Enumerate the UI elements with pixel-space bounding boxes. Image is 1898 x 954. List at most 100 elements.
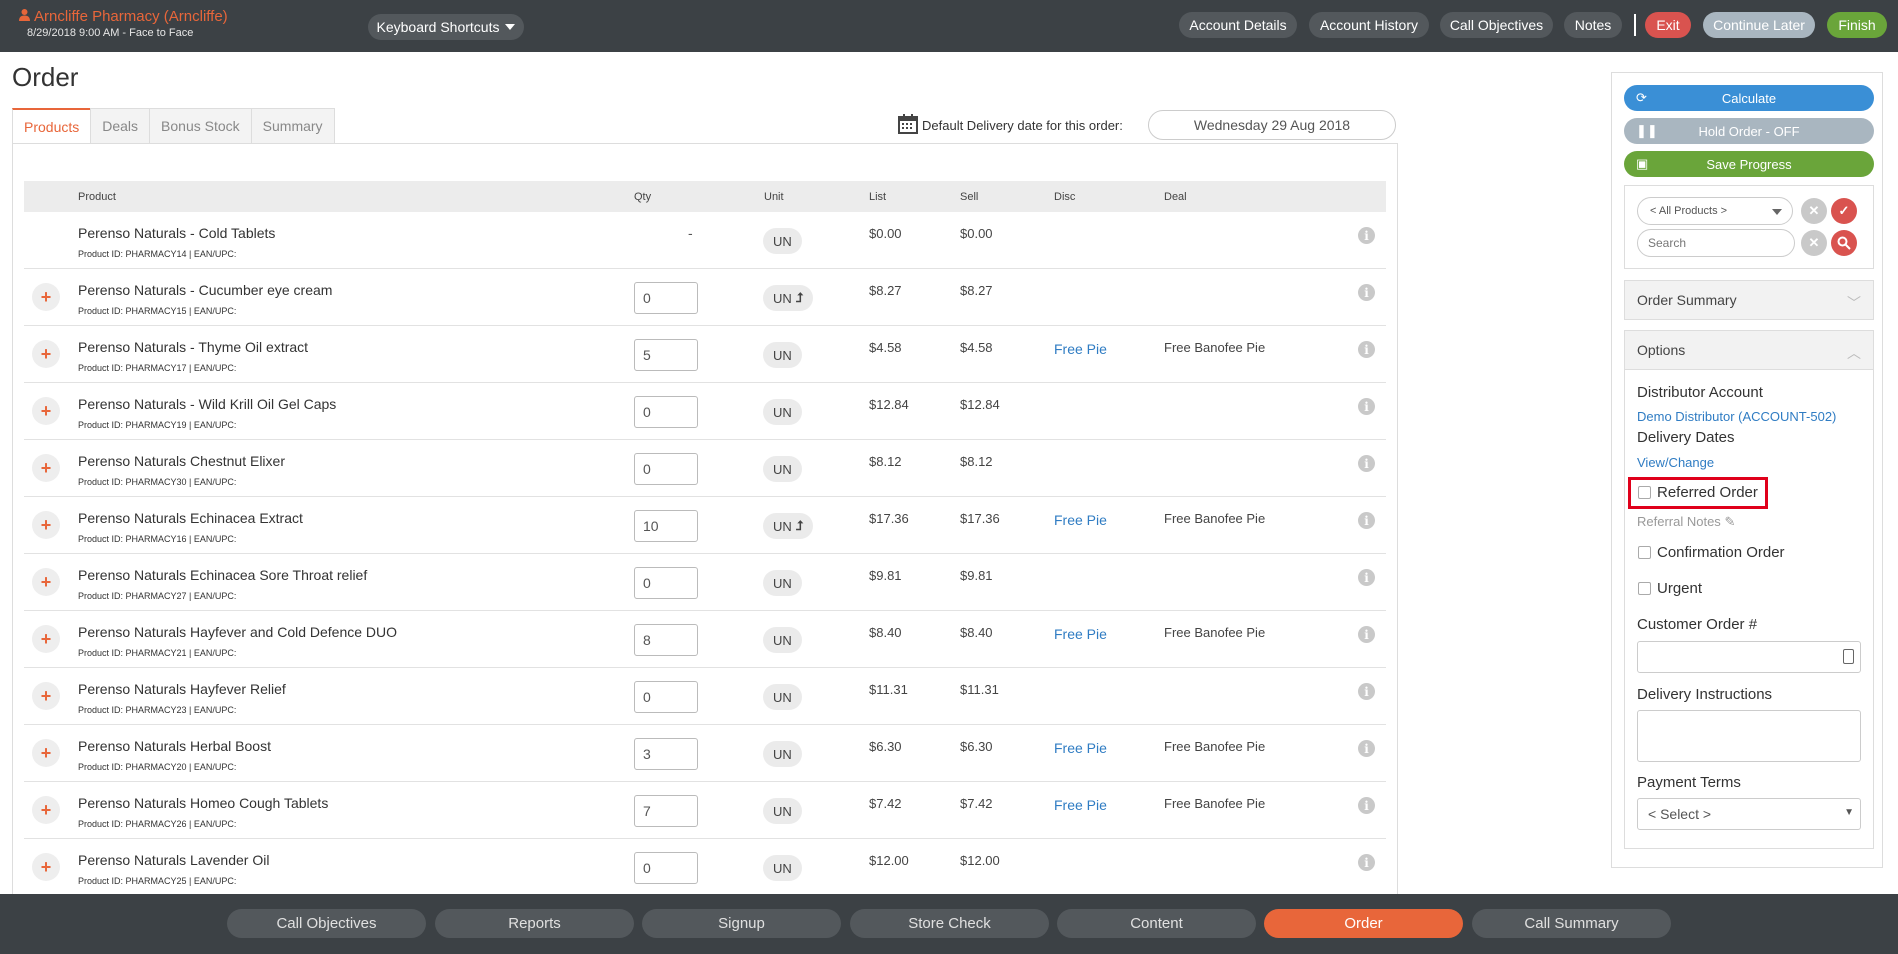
unit-badge[interactable]: UN — [763, 399, 802, 425]
expand-plus-icon[interactable]: + — [32, 340, 60, 368]
col-list[interactable]: List — [869, 191, 886, 203]
unit-badge[interactable]: UN ⮥ — [763, 285, 814, 311]
referred-order-checkbox[interactable] — [1638, 486, 1651, 499]
options-header[interactable]: Options ︿ — [1624, 330, 1874, 370]
unit-badge[interactable]: UN — [763, 228, 802, 254]
info-icon[interactable]: i — [1358, 740, 1375, 757]
finish-button[interactable]: Finish — [1827, 12, 1887, 38]
disc-link[interactable]: Free Pie — [1054, 740, 1107, 756]
expand-plus-icon[interactable]: + — [32, 511, 60, 539]
qty-input[interactable]: 0 — [634, 282, 698, 314]
nav-content[interactable]: Content — [1057, 909, 1256, 938]
info-icon[interactable]: i — [1358, 512, 1375, 529]
expand-plus-icon[interactable]: + — [32, 454, 60, 482]
tab-deals[interactable]: Deals — [90, 108, 151, 143]
unit-badge[interactable]: UN — [763, 570, 802, 596]
apply-filter-icon[interactable]: ✓ — [1831, 198, 1857, 224]
expand-plus-icon[interactable]: + — [32, 682, 60, 710]
delivery-instructions-label: Delivery Instructions — [1637, 686, 1773, 703]
info-icon[interactable]: i — [1358, 227, 1375, 244]
disc-link[interactable]: Free Pie — [1054, 797, 1107, 813]
call-objectives-button[interactable]: Call Objectives — [1440, 12, 1553, 38]
notes-button[interactable]: Notes — [1564, 12, 1622, 38]
qty-input[interactable]: 0 — [634, 567, 698, 599]
nav-store-check[interactable]: Store Check — [850, 909, 1049, 938]
col-sell[interactable]: Sell — [960, 191, 978, 203]
expand-plus-icon[interactable]: + — [32, 853, 60, 881]
expand-plus-icon[interactable]: + — [32, 568, 60, 596]
confirmation-order-checkbox[interactable] — [1638, 546, 1651, 559]
account-history-button[interactable]: Account History — [1309, 12, 1429, 38]
expand-plus-icon[interactable]: + — [32, 796, 60, 824]
exit-button[interactable]: Exit — [1645, 12, 1691, 38]
nav-call-summary[interactable]: Call Summary — [1472, 909, 1671, 938]
info-icon[interactable]: i — [1358, 398, 1375, 415]
info-icon[interactable]: i — [1358, 626, 1375, 643]
unit-badge[interactable]: UN — [763, 627, 802, 653]
delivery-instructions-textarea[interactable] — [1637, 710, 1861, 762]
nav-reports[interactable]: Reports — [435, 909, 634, 938]
urgent-checkbox[interactable] — [1638, 582, 1651, 595]
nav-order[interactable]: Order — [1264, 909, 1463, 938]
nav-signup[interactable]: Signup — [642, 909, 841, 938]
disc-link[interactable]: Free Pie — [1054, 341, 1107, 357]
info-icon[interactable]: i — [1358, 455, 1375, 472]
info-icon[interactable]: i — [1358, 341, 1375, 358]
expand-plus-icon[interactable]: + — [32, 625, 60, 653]
unit-badge[interactable]: UN — [763, 456, 802, 482]
tab-bonus-stock[interactable]: Bonus Stock — [149, 108, 252, 143]
caret-down-icon — [505, 24, 516, 30]
info-icon[interactable]: i — [1358, 854, 1375, 871]
col-deal[interactable]: Deal — [1164, 191, 1187, 203]
qty-input[interactable]: 0 — [634, 453, 698, 485]
search-icon[interactable] — [1831, 230, 1857, 256]
continue-later-button[interactable]: Continue Later — [1703, 12, 1815, 38]
disc-link[interactable]: Free Pie — [1054, 626, 1107, 642]
qty-input[interactable]: 10 — [634, 510, 698, 542]
account-details-button[interactable]: Account Details — [1179, 12, 1297, 38]
info-icon[interactable]: i — [1358, 683, 1375, 700]
col-disc[interactable]: Disc — [1054, 191, 1075, 203]
qty-input[interactable]: 3 — [634, 738, 698, 770]
col-unit[interactable]: Unit — [764, 191, 784, 203]
unit-badge[interactable]: UN — [763, 342, 802, 368]
qty-input[interactable]: 7 — [634, 795, 698, 827]
distributor-account-link[interactable]: Demo Distributor (ACCOUNT-502) — [1637, 409, 1836, 424]
expand-plus-icon[interactable]: + — [32, 739, 60, 767]
tab-summary[interactable]: Summary — [250, 108, 335, 143]
unit-badge[interactable]: UN — [763, 684, 802, 710]
disc-link[interactable]: Free Pie — [1054, 512, 1107, 528]
search-input[interactable]: Search — [1637, 229, 1795, 257]
unit-badge[interactable]: UN — [763, 798, 802, 824]
customer-order-input[interactable] — [1637, 641, 1861, 673]
nav-call-objectives[interactable]: Call Objectives — [227, 909, 426, 938]
qty-input[interactable]: 8 — [634, 624, 698, 656]
qty-input[interactable]: 0 — [634, 396, 698, 428]
info-icon[interactable]: i — [1358, 569, 1375, 586]
hold-order-button[interactable]: ❚❚ Hold Order - OFF — [1624, 118, 1874, 144]
col-qty[interactable]: Qty — [634, 191, 651, 203]
expand-plus-icon[interactable]: + — [32, 283, 60, 311]
save-progress-button[interactable]: ▣ Save Progress — [1624, 151, 1874, 177]
info-icon[interactable]: i — [1358, 797, 1375, 814]
tab-products[interactable]: Products — [12, 108, 92, 144]
unit-badge[interactable]: UN — [763, 855, 802, 881]
account-name[interactable]: Arncliffe Pharmacy (Arncliffe) — [34, 8, 228, 25]
expand-plus-icon[interactable]: + — [32, 397, 60, 425]
qty-input[interactable]: 0 — [634, 681, 698, 713]
clear-filter-icon[interactable]: ✕ — [1801, 198, 1827, 224]
info-icon[interactable]: i — [1358, 284, 1375, 301]
col-product[interactable]: Product — [78, 191, 116, 203]
qty-input[interactable]: 5 — [634, 339, 698, 371]
delivery-date-input[interactable]: Wednesday 29 Aug 2018 — [1148, 110, 1396, 140]
qty-input[interactable]: 0 — [634, 852, 698, 884]
product-filter-select[interactable]: < All Products > — [1637, 197, 1793, 225]
payment-terms-select[interactable]: < Select > ▼ — [1637, 798, 1861, 830]
order-summary-header[interactable]: Order Summary ﹀ — [1624, 280, 1874, 320]
unit-badge[interactable]: UN ⮥ — [763, 513, 814, 539]
clear-search-icon[interactable]: ✕ — [1801, 230, 1827, 256]
keyboard-shortcuts-button[interactable]: Keyboard Shortcuts — [368, 14, 524, 40]
calculate-button[interactable]: ⟳ Calculate — [1624, 85, 1874, 111]
unit-badge[interactable]: UN — [763, 741, 802, 767]
view-change-link[interactable]: View/Change — [1637, 455, 1714, 470]
